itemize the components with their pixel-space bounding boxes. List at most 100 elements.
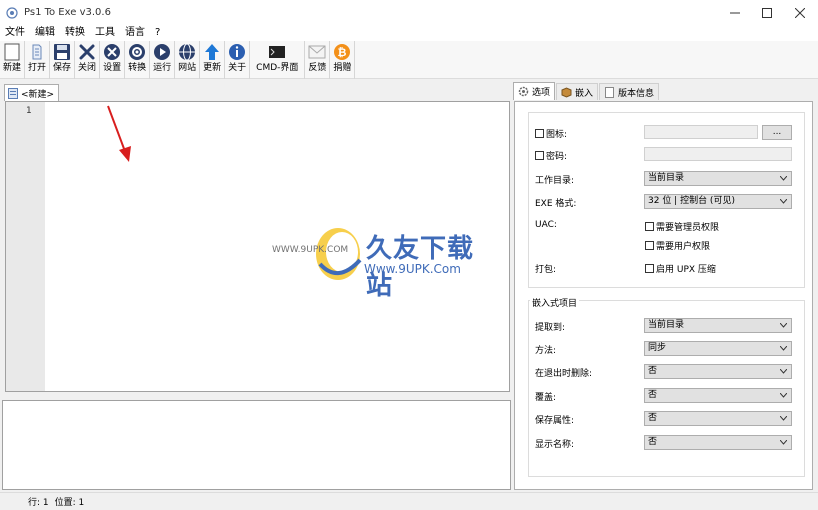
about-button[interactable]: 关于 bbox=[225, 41, 251, 79]
uac-admin-checkbox[interactable] bbox=[645, 222, 654, 231]
website-button[interactable]: 网站 bbox=[175, 41, 201, 79]
tab-embed[interactable]: 嵌入 bbox=[556, 83, 599, 100]
upx-row[interactable]: 启用 UPX 压缩 bbox=[645, 262, 716, 275]
editor-tab-label: <新建> bbox=[21, 89, 55, 100]
upx-checkbox[interactable] bbox=[645, 264, 654, 273]
menu-convert[interactable]: 转换 bbox=[60, 26, 90, 41]
menu-language[interactable]: 语言 bbox=[120, 26, 150, 41]
icon-label: 图标: bbox=[546, 130, 568, 140]
close-icon bbox=[795, 8, 805, 18]
tab-options-label: 选项 bbox=[532, 88, 551, 98]
exe-format-value: 32 位 | 控制台 (可见) bbox=[648, 196, 735, 206]
window-close-button[interactable] bbox=[785, 0, 815, 26]
settings-button[interactable]: 设置 bbox=[100, 41, 126, 79]
feedback-label: 反馈 bbox=[308, 63, 327, 73]
icon-path-input[interactable] bbox=[644, 125, 758, 139]
exe-format-select[interactable]: 32 位 | 控制台 (可见) bbox=[644, 194, 792, 209]
uac-user-checkbox[interactable] bbox=[645, 241, 654, 250]
method-label: 方法: bbox=[535, 346, 557, 356]
tools-close-icon bbox=[79, 44, 95, 60]
menu-help[interactable]: ? bbox=[150, 26, 165, 41]
line-number-gutter: 1 bbox=[6, 102, 45, 391]
uac-user-row[interactable]: 需要用户权限 bbox=[645, 239, 710, 252]
tab-version-info[interactable]: 版本信息 bbox=[599, 83, 660, 100]
menu-edit[interactable]: 编辑 bbox=[30, 26, 60, 41]
delete-on-exit-value: 否 bbox=[648, 366, 658, 376]
new-button[interactable]: 新建 bbox=[0, 41, 26, 79]
update-icon bbox=[205, 44, 220, 60]
open-button[interactable]: 打开 bbox=[25, 41, 51, 79]
convert-button[interactable]: 转换 bbox=[125, 41, 151, 79]
icon-checkbox-row[interactable]: 图标: bbox=[535, 127, 567, 140]
status-bar: 行: 1 位置: 1 bbox=[0, 492, 818, 510]
info-icon bbox=[229, 44, 246, 60]
open-label: 打开 bbox=[28, 63, 47, 73]
icon-checkbox[interactable] bbox=[535, 129, 544, 138]
mail-icon bbox=[308, 45, 326, 59]
tab-version-label: 版本信息 bbox=[618, 88, 655, 99]
password-checkbox-row[interactable]: 密码: bbox=[535, 149, 567, 162]
cmd-icon bbox=[269, 46, 286, 58]
maximize-button[interactable] bbox=[752, 0, 782, 26]
tab-options[interactable]: 选项 bbox=[513, 82, 556, 100]
browse-icon-button[interactable]: ... bbox=[762, 125, 792, 140]
chevron-down-icon bbox=[780, 199, 787, 204]
chevron-down-icon bbox=[780, 440, 787, 445]
toolbar: 新建 打开 保存 关闭 设置 转换 运行 网站 更新 关于 CMD-界面 反馈 … bbox=[0, 41, 818, 79]
save-label: 保存 bbox=[53, 63, 72, 73]
annotation-arrow-icon bbox=[107, 105, 131, 162]
run-icon bbox=[154, 44, 171, 60]
close-button[interactable]: 关闭 bbox=[75, 41, 101, 79]
update-button[interactable]: 更新 bbox=[200, 41, 226, 79]
password-checkbox[interactable] bbox=[535, 151, 544, 160]
delete-on-exit-select[interactable]: 否 bbox=[644, 364, 792, 379]
keep-attributes-value: 否 bbox=[648, 413, 658, 423]
cmd-button[interactable]: CMD-界面 bbox=[250, 41, 306, 79]
app-icon bbox=[6, 7, 18, 19]
gear-icon bbox=[518, 86, 529, 97]
website-label: 网站 bbox=[178, 63, 197, 73]
minimize-button[interactable] bbox=[720, 0, 750, 26]
extract-select[interactable]: 当前目录 bbox=[644, 318, 792, 333]
chevron-down-icon bbox=[780, 393, 787, 398]
output-panel[interactable] bbox=[2, 400, 511, 490]
doc-icon bbox=[605, 86, 615, 98]
show-name-label: 显示名称: bbox=[535, 440, 575, 450]
title-bar: Ps1 To Exe v3.0.6 bbox=[0, 0, 818, 26]
editor-tab[interactable]: <新建> bbox=[4, 84, 60, 101]
uac-admin-row[interactable]: 需要管理员权限 bbox=[645, 220, 719, 233]
chevron-down-icon bbox=[780, 416, 787, 421]
overwrite-value: 否 bbox=[648, 390, 658, 400]
window-title: Ps1 To Exe v3.0.6 bbox=[24, 7, 111, 18]
method-select[interactable]: 同步 bbox=[644, 341, 792, 356]
menu-tools[interactable]: 工具 bbox=[90, 26, 120, 41]
box-icon bbox=[561, 86, 572, 98]
keep-attributes-select[interactable]: 否 bbox=[644, 411, 792, 426]
maximize-icon bbox=[762, 8, 772, 18]
script-file-icon bbox=[8, 87, 18, 99]
line-number: 1 bbox=[26, 106, 32, 116]
donate-button[interactable]: ₿ 捐赠 bbox=[330, 41, 356, 79]
watermark: WWW.9UPK.COM 久友下载站 Www.9UPK.Com bbox=[272, 224, 497, 301]
overwrite-select[interactable]: 否 bbox=[644, 388, 792, 403]
show-name-select[interactable]: 否 bbox=[644, 435, 792, 450]
overwrite-label: 覆盖: bbox=[535, 393, 557, 403]
method-value: 同步 bbox=[648, 343, 667, 353]
uac-admin-label: 需要管理员权限 bbox=[656, 223, 720, 233]
tab-embed-label: 嵌入 bbox=[575, 88, 594, 99]
menu-file[interactable]: 文件 bbox=[0, 26, 30, 41]
status-line: 行: 1 bbox=[28, 498, 49, 508]
convert-label: 转换 bbox=[128, 63, 147, 73]
run-button[interactable]: 运行 bbox=[150, 41, 176, 79]
workdir-label: 工作目录: bbox=[535, 176, 575, 186]
extract-value: 当前目录 bbox=[648, 320, 685, 330]
password-input[interactable] bbox=[644, 147, 792, 161]
delete-on-exit-label: 在退出时删除: bbox=[535, 369, 593, 379]
save-button[interactable]: 保存 bbox=[50, 41, 76, 79]
feedback-button[interactable]: 反馈 bbox=[305, 41, 331, 79]
embedded-group-title: 嵌入式项目 bbox=[530, 296, 580, 309]
uac-user-label: 需要用户权限 bbox=[656, 242, 711, 252]
exe-format-label: EXE 格式: bbox=[535, 199, 577, 209]
upx-label: 启用 UPX 压缩 bbox=[656, 265, 716, 275]
workdir-select[interactable]: 当前目录 bbox=[644, 171, 792, 186]
